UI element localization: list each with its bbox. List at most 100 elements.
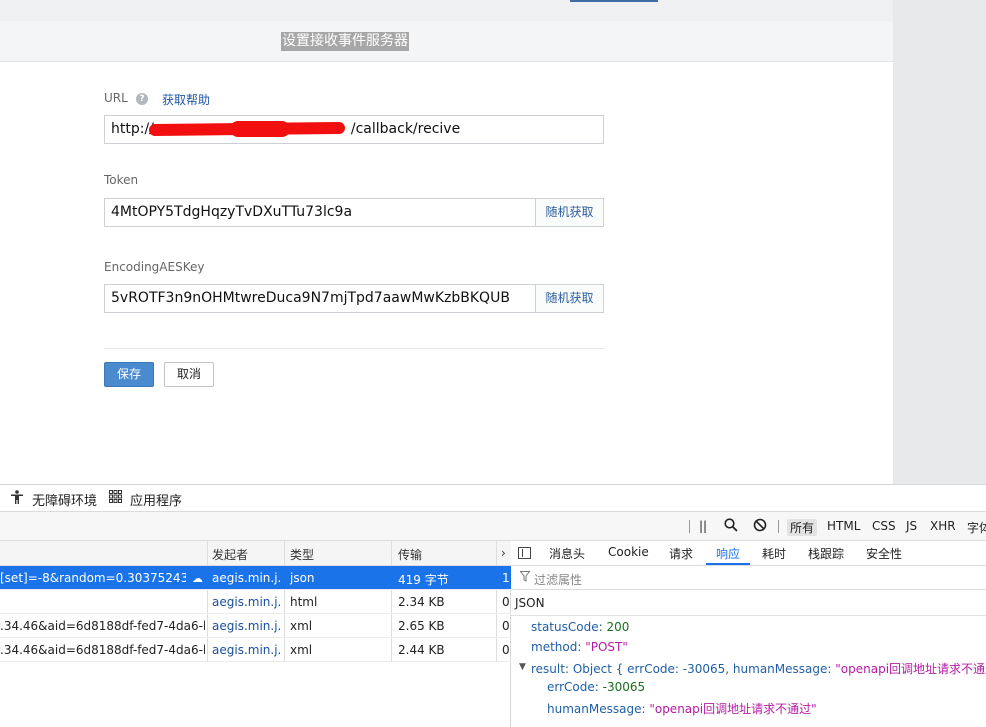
filter-xhr[interactable]: XHR xyxy=(930,519,956,533)
table-row[interactable]: aegis.min.j... html 2.34 KB 0 xyxy=(0,590,511,614)
request-type: xml xyxy=(290,643,313,657)
tab-application[interactable]: 应用程序 xyxy=(130,490,182,509)
request-size: 2.44 KB xyxy=(398,643,445,657)
network-toolbar: || 所有 HTML CSS JS XHR 字体 xyxy=(0,511,986,541)
tab-timings[interactable]: 耗时 xyxy=(762,545,786,562)
json-line-method[interactable]: method: "POST" xyxy=(531,640,628,654)
json-key: result: xyxy=(531,662,569,676)
page-title: 设置接收事件服务器 xyxy=(281,32,409,51)
filter-html[interactable]: HTML xyxy=(827,519,860,533)
json-line-result[interactable]: result: Object { errCode: -30065, humanM… xyxy=(531,660,986,677)
json-value: 200 xyxy=(606,620,630,634)
apps-icon xyxy=(109,490,122,507)
url-value-prefix: http:// xyxy=(111,121,154,137)
request-time: 0 xyxy=(502,619,510,633)
json-value: "openapi回调地址请求不通过" xyxy=(649,702,817,716)
request-size: 2.34 KB xyxy=(398,595,445,609)
toolbar-separator xyxy=(689,520,690,533)
search-icon[interactable] xyxy=(724,518,738,535)
json-line-statuscode[interactable]: statusCode: 200 xyxy=(531,620,629,634)
tab-accessibility[interactable]: 无障碍环境 xyxy=(32,490,97,509)
json-divider xyxy=(511,615,986,616)
filter-all[interactable]: 所有 xyxy=(787,519,818,536)
tab-request[interactable]: 请求 xyxy=(669,545,693,562)
tab-stack-trace[interactable]: 栈跟踪 xyxy=(808,545,844,562)
active-tab-underline xyxy=(706,563,750,565)
filter-properties-bar[interactable]: 过滤属性 xyxy=(511,566,986,590)
right-gutter xyxy=(893,0,986,484)
request-time: 0 xyxy=(502,643,510,657)
aes-key-random-button[interactable]: 随机获取 xyxy=(535,284,604,313)
json-key: method: xyxy=(531,640,582,654)
help-icon[interactable]: ? xyxy=(136,93,148,105)
request-name: .34.46&aid=6d8188df-fed7-4da6-b495- xyxy=(0,643,205,657)
detail-tabbar: 消息头 Cookie 请求 响应 耗时 栈跟踪 安全性 xyxy=(511,541,986,566)
request-type: html xyxy=(290,595,318,609)
request-name: .34.46&aid=6d8188df-fed7-4da6-b495 xyxy=(0,619,205,633)
column-initiator[interactable]: 发起者 xyxy=(212,546,248,563)
table-row[interactable]: .34.46&aid=6d8188df-fed7-4da6-b495- aegi… xyxy=(0,638,511,662)
response-panel: 消息头 Cookie 请求 响应 耗时 栈跟踪 安全性 过滤属性 JSON st… xyxy=(511,541,986,727)
request-initiator[interactable]: aegis.min.j... xyxy=(212,571,282,585)
filter-css[interactable]: CSS xyxy=(872,519,896,533)
tab-response[interactable]: 响应 xyxy=(716,545,740,562)
json-object-summary: Object { errCode: -30065, humanMessage: xyxy=(572,662,832,676)
cloud-icon: ☁ xyxy=(192,572,203,585)
filter-fonts[interactable]: 字体 xyxy=(967,519,986,536)
tab-security[interactable]: 安全性 xyxy=(866,545,902,562)
table-row[interactable]: [set]=-8&random=0.3037524350487 ☁ aegis.… xyxy=(0,566,511,590)
aes-key-label: EncodingAESKey xyxy=(104,260,205,274)
request-size: 2.65 KB xyxy=(398,619,445,633)
filter-icon xyxy=(519,571,531,585)
request-time: 0 xyxy=(502,595,510,609)
request-time: 1 xyxy=(502,571,510,585)
json-key: errCode: xyxy=(547,680,599,694)
redaction-mark xyxy=(230,121,290,137)
token-random-button[interactable]: 随机获取 xyxy=(535,198,604,227)
toolbar-separator xyxy=(778,520,779,533)
block-icon[interactable] xyxy=(753,518,767,535)
request-initiator[interactable]: aegis.min.j... xyxy=(212,595,282,609)
form-divider xyxy=(104,348,604,349)
aes-key-input[interactable]: 5vROTF3n9nOHMtwreDuca9N7mjTpd7aawMwKzbBK… xyxy=(104,284,536,313)
filter-js[interactable]: JS xyxy=(906,519,917,533)
expand-triangle-icon[interactable]: ▼ xyxy=(519,662,526,672)
request-type: xml xyxy=(290,619,313,633)
request-initiator[interactable]: aegis.min.j... xyxy=(212,619,282,633)
token-label: Token xyxy=(104,173,139,187)
request-list-header: 发起者 类型 传输 › xyxy=(0,541,511,566)
json-key: statusCode: xyxy=(531,620,603,634)
table-row[interactable]: .34.46&aid=6d8188df-fed7-4da6-b495 aegis… xyxy=(0,614,511,638)
json-value: "POST" xyxy=(585,640,628,654)
json-value: -30065 xyxy=(602,680,646,694)
devtools-tabbar: 无障碍环境 应用程序 xyxy=(0,484,986,511)
help-link[interactable]: 获取帮助 xyxy=(162,91,210,108)
cancel-button[interactable]: 取消 xyxy=(164,362,214,387)
request-list: 发起者 类型 传输 › [set]=-8&random=0.3037524350… xyxy=(0,541,511,727)
url-value-suffix: /callback/recive xyxy=(350,121,461,137)
panel-toggle-icon[interactable] xyxy=(518,547,531,559)
request-initiator[interactable]: aegis.min.j... xyxy=(212,643,282,657)
column-type[interactable]: 类型 xyxy=(290,546,314,563)
filter-input[interactable]: 过滤属性 xyxy=(534,571,582,588)
json-value: "openapi回调地址请求不通过" xyxy=(835,662,986,676)
tab-headers[interactable]: 消息头 xyxy=(549,545,585,562)
column-more[interactable]: › xyxy=(501,546,506,560)
column-transferred[interactable]: 传输 xyxy=(398,546,422,563)
url-label: URL xyxy=(104,91,128,105)
settings-card: 设置接收事件服务器 xyxy=(0,21,893,484)
request-name: [set]=-8&random=0.3037524350487 xyxy=(0,571,186,585)
json-line-humanmessage[interactable]: humanMessage: "openapi回调地址请求不通过" xyxy=(547,700,817,717)
top-tab-indicator xyxy=(570,0,658,2)
pause-button[interactable]: || xyxy=(699,519,707,533)
json-line-errcode[interactable]: errCode: -30065 xyxy=(547,680,645,694)
json-section-label[interactable]: JSON xyxy=(515,596,545,610)
accessibility-icon xyxy=(11,490,23,508)
request-type: json xyxy=(290,571,315,585)
tab-cookie[interactable]: Cookie xyxy=(608,545,649,559)
save-button[interactable]: 保存 xyxy=(104,362,154,387)
token-input[interactable]: 4MtOPY5TdgHqzyTvDXuTTu73lc9a xyxy=(104,198,536,227)
card-header: 设置接收事件服务器 xyxy=(0,21,893,62)
request-size: 419 字节 xyxy=(398,573,449,587)
json-key: humanMessage: xyxy=(547,702,646,716)
